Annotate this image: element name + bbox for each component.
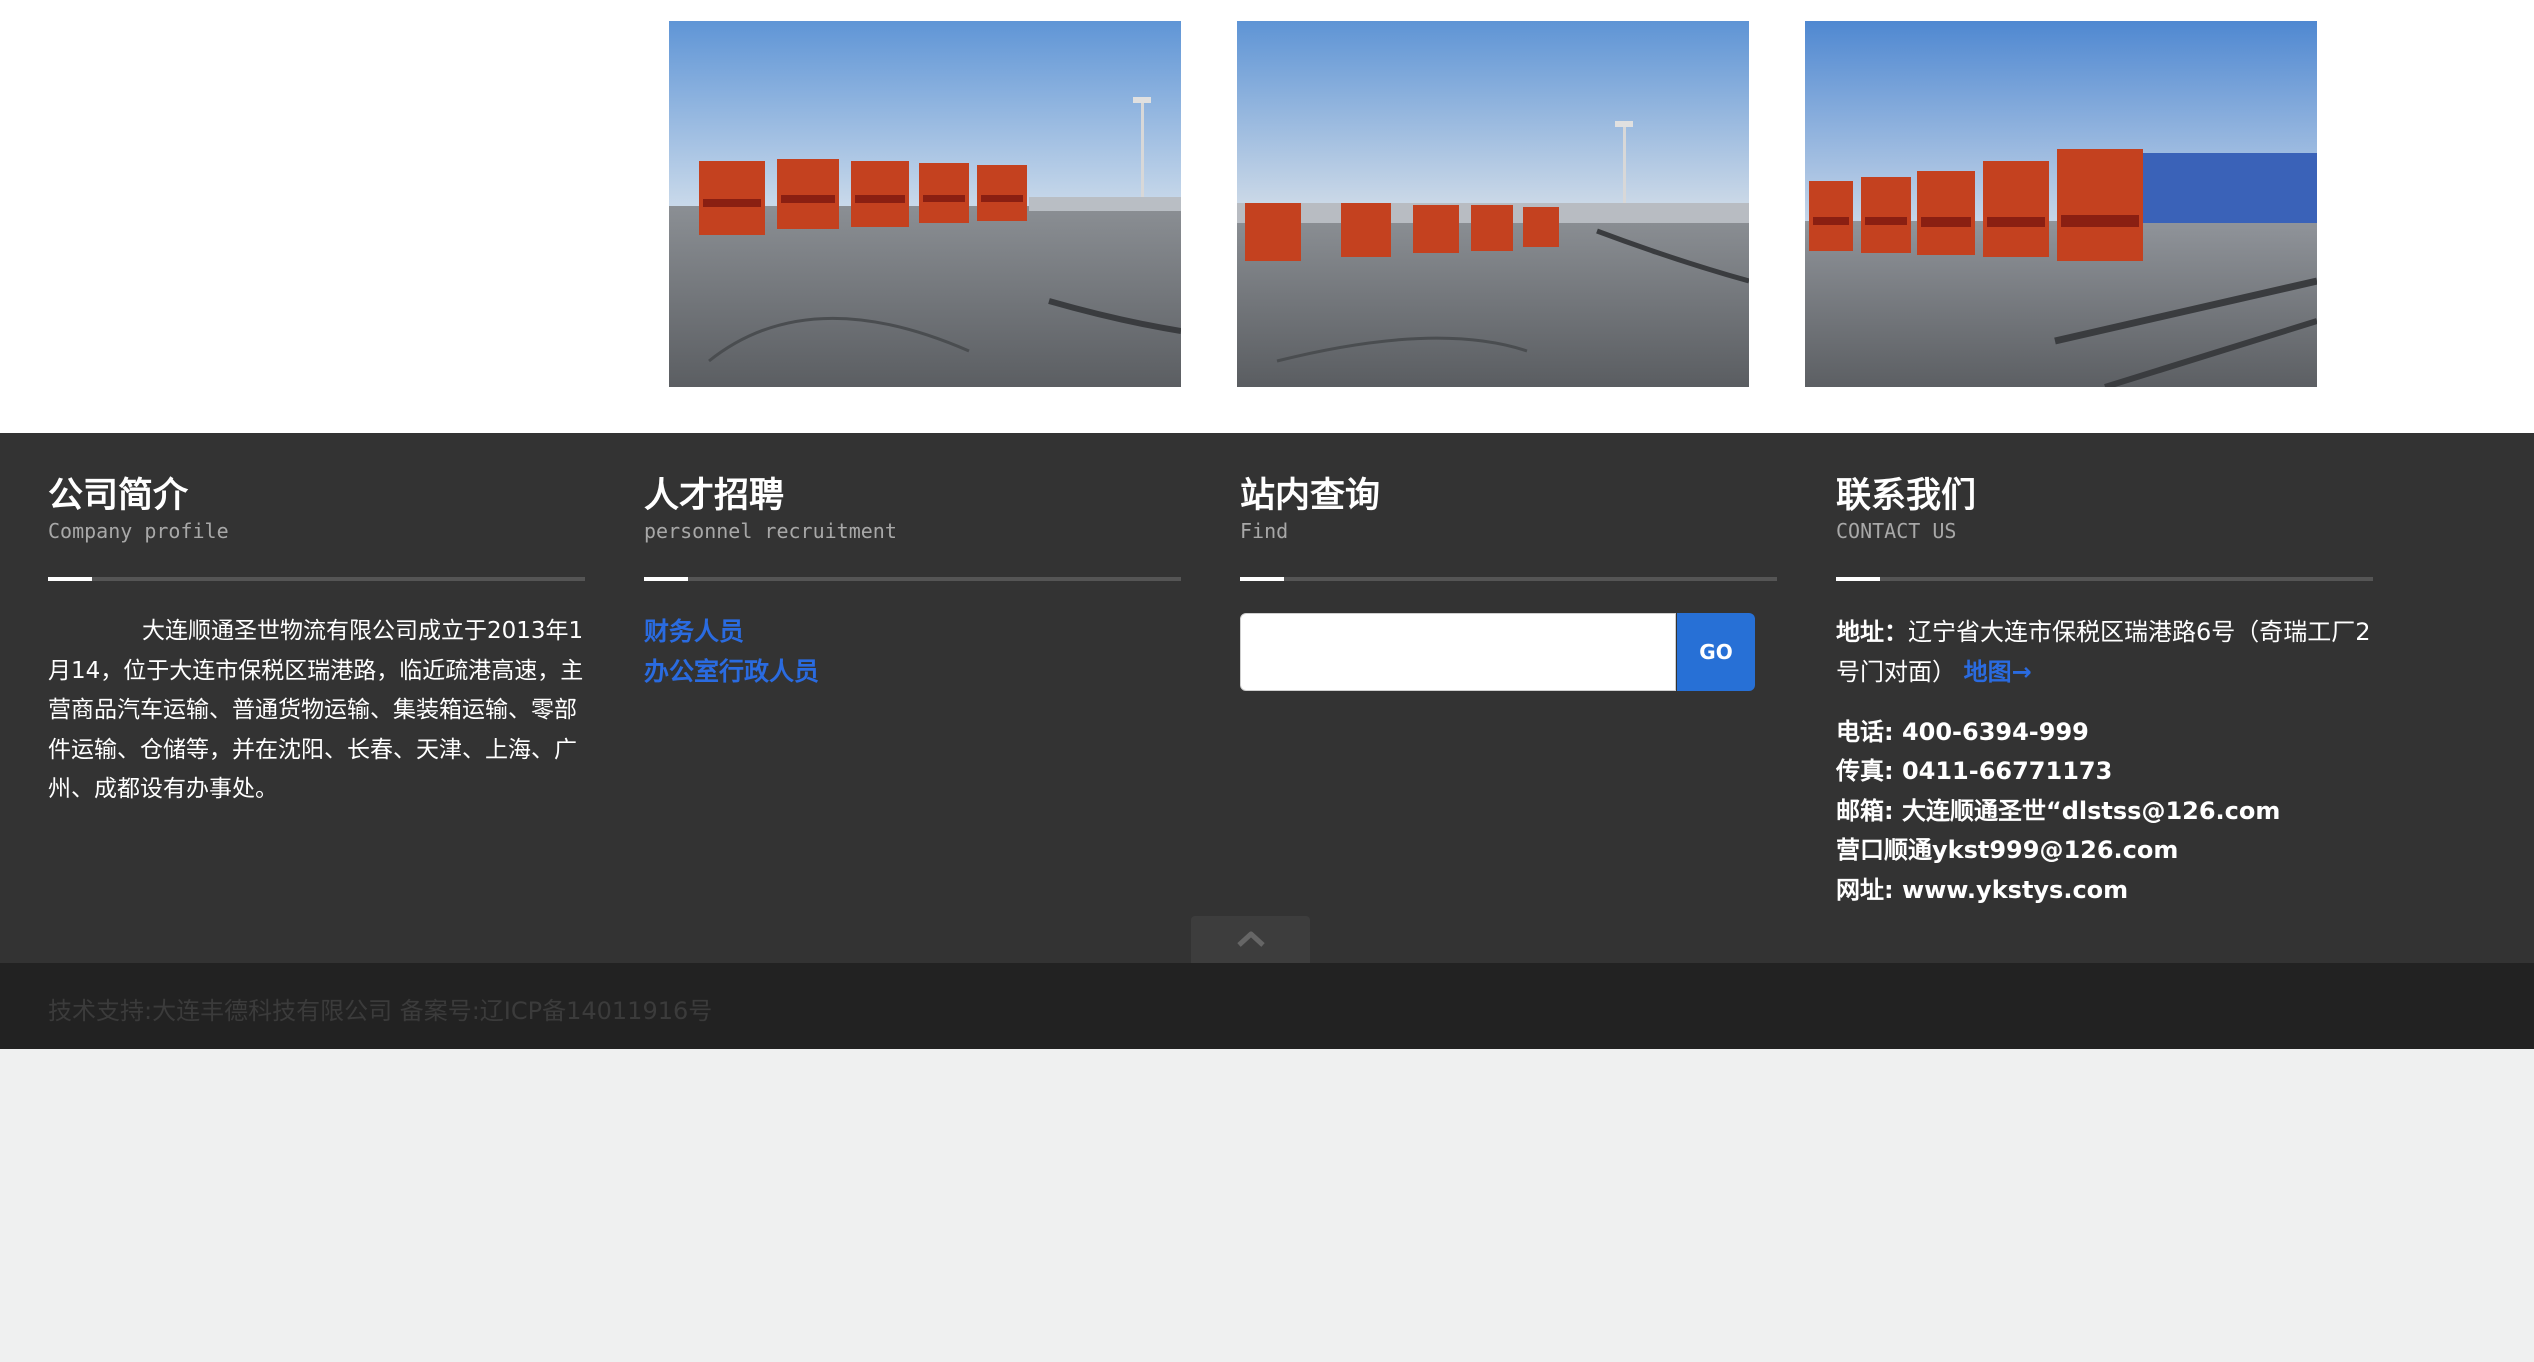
- job-list: 财务人员 办公室行政人员: [644, 612, 819, 692]
- about-text: 大连顺通圣世物流有限公司成立于2013年1月14，位于大连市保税区瑞港路，临近疏…: [48, 618, 584, 802]
- search-go-button[interactable]: GO: [1677, 613, 1755, 691]
- contact-subtitle: CONTACT US: [1836, 519, 1957, 543]
- truck-fleet-photo-1[interactable]: [669, 21, 1181, 387]
- photo-gallery: [0, 0, 2534, 433]
- recruit-divider: [644, 577, 1181, 581]
- recruit-title: 人才招聘: [644, 475, 785, 516]
- contact-divider: [1836, 577, 2373, 581]
- truck-fleet-photo-2[interactable]: [1237, 21, 1749, 387]
- copyright-bar: 技术支持:大连丰德科技有限公司 备案号:辽ICP备14011916号: [0, 963, 2534, 1049]
- job-link-finance[interactable]: 财务人员: [644, 612, 819, 652]
- map-link[interactable]: 地图→: [1964, 658, 2032, 686]
- about-subtitle: Company profile: [48, 519, 229, 543]
- about-title: 公司简介: [48, 475, 189, 516]
- recruit-subtitle: personnel recruitment: [644, 519, 897, 543]
- contact-email-yingkou: 营口顺通ykst999@126.com: [1836, 836, 2179, 864]
- contact-fax: 传真: 0411-66771173: [1836, 757, 2113, 785]
- back-to-top-button[interactable]: [1191, 916, 1310, 963]
- copyright-text: 技术支持:大连丰德科技有限公司 备案号:辽ICP备14011916号: [48, 997, 713, 1025]
- search-title: 站内查询: [1240, 475, 1381, 516]
- contact-title: 联系我们: [1836, 475, 1977, 516]
- site-footer: 公司简介 Company profile 大连顺通圣世物流有限公司成立于2013…: [0, 433, 2534, 963]
- about-divider: [48, 577, 585, 581]
- truck-fleet-photo-3[interactable]: [1805, 21, 2317, 387]
- contact-website: 网址: www.ykstys.com: [1836, 876, 2129, 904]
- search-input[interactable]: [1240, 613, 1676, 691]
- contact-address: 地址：辽宁省大连市保税区瑞港路6号（奇瑞工厂2号门对面） 地图→: [1836, 612, 2386, 692]
- contact-email: 邮箱: 大连顺通圣世“dlstss@126.com: [1836, 797, 2281, 825]
- search-divider: [1240, 577, 1777, 581]
- contact-phone: 电话: 400-6394-999: [1836, 718, 2089, 746]
- chevron-up-icon: [1236, 931, 1265, 947]
- address-label: 地址：: [1836, 618, 1908, 646]
- search-subtitle: Find: [1240, 519, 1289, 543]
- job-link-admin[interactable]: 办公室行政人员: [644, 652, 819, 692]
- address-text: 辽宁省大连市保税区瑞港路6号（奇瑞工厂2号门对面）: [1836, 618, 2371, 686]
